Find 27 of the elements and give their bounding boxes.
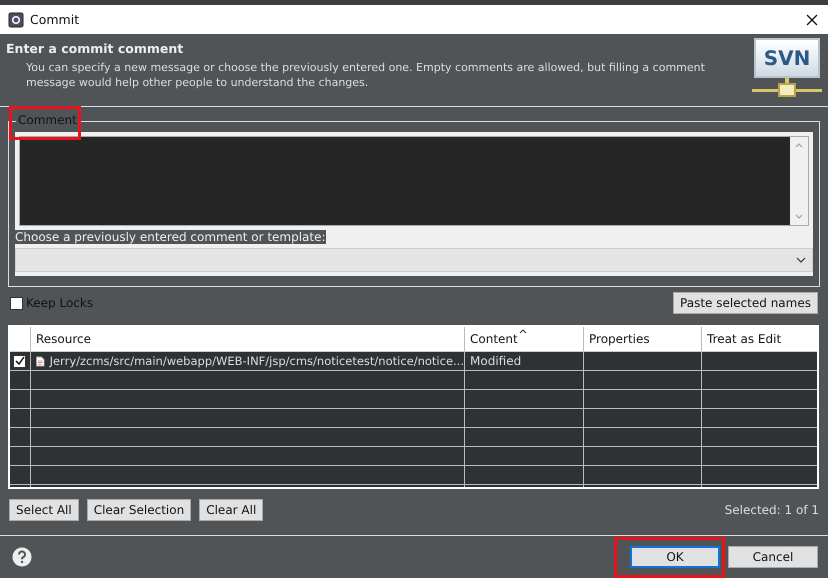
app-icon — [8, 12, 24, 28]
paste-names-button[interactable]: Paste selected names — [673, 292, 818, 314]
file-icon — [36, 354, 45, 368]
resource-path: Jerry/zcms/src/main/webapp/WEB-INF/jsp/cms/noticetest/notice/notice... — [50, 354, 464, 368]
dialog-button[interactable]: OK — [630, 546, 720, 568]
dialog-button[interactable]: Cancel — [728, 546, 818, 568]
group-label: Comment — [16, 113, 79, 127]
content-status: Modified — [470, 354, 522, 368]
selection-button[interactable]: Clear All — [199, 499, 264, 521]
help-icon[interactable] — [12, 547, 32, 567]
column-header[interactable]: Treat as Edit — [702, 327, 817, 351]
header-description: You can specify a new message or choose the previously entered one. Empty comments are allowed, but filling a comment message would help other people to understand the changes. — [26, 60, 706, 90]
selection-button[interactable]: Select All — [9, 499, 79, 521]
window-title: Commit — [30, 12, 80, 27]
close-icon[interactable] — [806, 14, 818, 26]
template-label: Choose a previously entered comment or template: — [15, 229, 327, 246]
column-header[interactable]: Properties — [584, 327, 702, 351]
chevron-down-icon — [796, 257, 806, 263]
row-checkbox[interactable] — [13, 354, 26, 368]
keep-locks-label: Keep Locks — [26, 296, 94, 310]
selection-button[interactable]: Clear Selection — [86, 499, 192, 521]
selected-count: Selected: 1 of 1 — [724, 503, 819, 517]
highlight-frame — [9, 106, 81, 140]
keep-locks-checkbox[interactable] — [10, 296, 23, 310]
header-title: Enter a commit comment — [6, 41, 184, 56]
column-header[interactable]: Resource — [31, 327, 465, 351]
column-header[interactable]: Content — [465, 327, 584, 351]
